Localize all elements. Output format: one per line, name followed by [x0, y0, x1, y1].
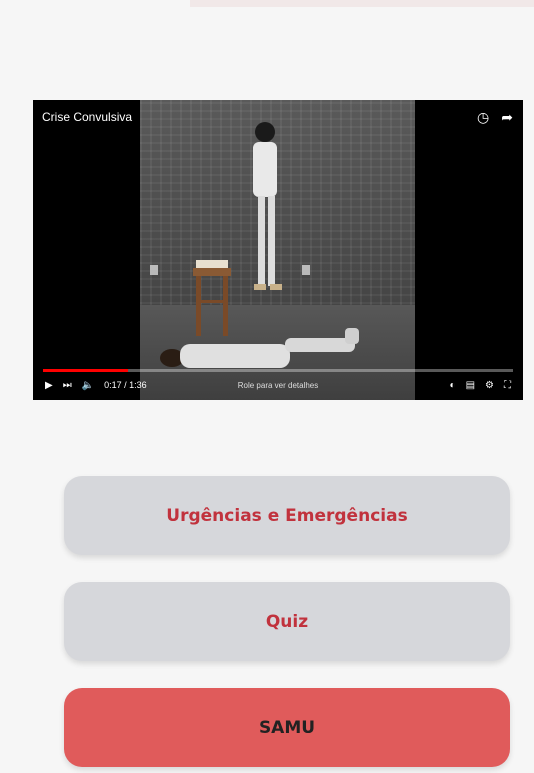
- fullscreen-icon[interactable]: ⛶: [504, 380, 511, 391]
- autoplay-toggle-icon[interactable]: ◐: [450, 380, 456, 391]
- top-banner-strip: [190, 0, 534, 7]
- samu-button[interactable]: SAMU: [64, 688, 510, 767]
- play-icon[interactable]: ▶: [45, 380, 53, 391]
- share-icon[interactable]: ➦: [501, 109, 513, 125]
- quiz-button[interactable]: Quiz: [64, 582, 510, 661]
- settings-icon[interactable]: ⚙: [485, 380, 494, 391]
- progress-fill: [43, 369, 128, 372]
- progress-bar[interactable]: [43, 369, 513, 372]
- video-title: Crise Convulsiva: [42, 110, 133, 124]
- scroll-hint: Role para ver detalhes: [237, 380, 319, 390]
- video-frame: [140, 100, 415, 400]
- subtitles-icon[interactable]: ▤: [466, 380, 475, 391]
- video-scene-figures: [150, 122, 359, 368]
- volume-icon[interactable]: 🔈: [82, 380, 94, 391]
- clock-icon[interactable]: ◷: [477, 109, 489, 125]
- time-display: 0:17 / 1:36: [104, 380, 147, 390]
- next-icon[interactable]: ⏭: [63, 380, 72, 391]
- video-controls: ▶ ⏭ 🔈 0:17 / 1:36 Role para ver detalhes…: [45, 376, 511, 394]
- urgencias-emergencias-button[interactable]: Urgências e Emergências: [64, 476, 510, 555]
- video-player[interactable]: Crise Convulsiva ◷ ➦ ▶ ⏭ 🔈 0:17 / 1:36 R…: [33, 100, 523, 400]
